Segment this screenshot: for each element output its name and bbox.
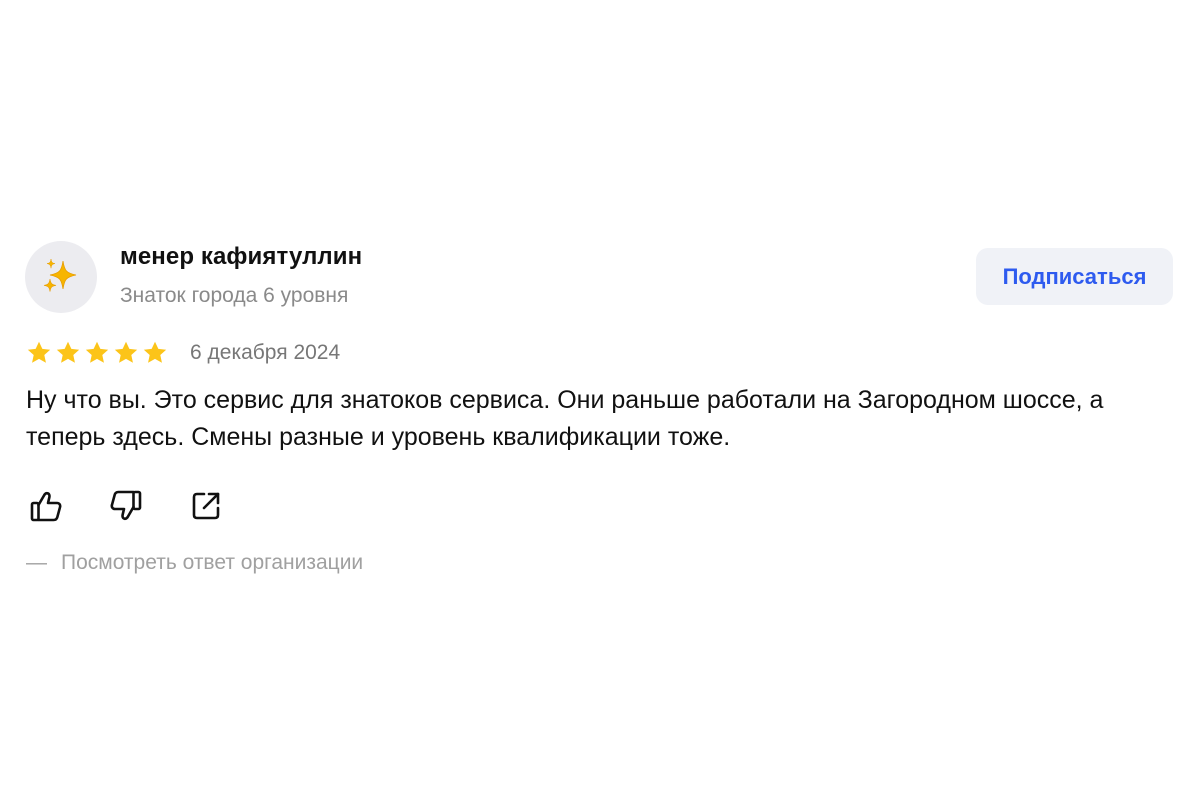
star-icon [56, 341, 80, 363]
view-org-reply-label: Посмотреть ответ организации [61, 551, 364, 574]
thumbs-down-icon [110, 490, 142, 521]
author-name[interactable]: менер кафиятуллин [120, 243, 362, 271]
star-icon [114, 341, 138, 363]
author-level: Знаток города 6 уровня [120, 284, 349, 307]
review-card: менер кафиятуллин Знаток города 6 уровня… [0, 0, 1200, 800]
review-date: 6 декабря 2024 [190, 341, 341, 364]
dash-separator: — [26, 551, 47, 574]
star-icon [27, 341, 51, 363]
share-button[interactable] [186, 486, 226, 526]
sparkles-icon [43, 258, 77, 292]
star-icon [85, 341, 109, 363]
star-rating [26, 340, 168, 366]
avatar[interactable] [25, 241, 97, 313]
subscribe-button[interactable]: Подписаться [976, 248, 1173, 305]
view-org-reply-link[interactable]: — Посмотреть ответ организации [26, 551, 363, 575]
review-actions [26, 486, 266, 526]
review-text: Ну что вы. Это сервис для знатоков серви… [26, 386, 1104, 451]
share-icon [192, 492, 220, 520]
thumbs-up-icon [30, 491, 62, 522]
like-button[interactable] [26, 486, 66, 526]
star-icon [143, 341, 167, 363]
dislike-button[interactable] [106, 486, 146, 526]
